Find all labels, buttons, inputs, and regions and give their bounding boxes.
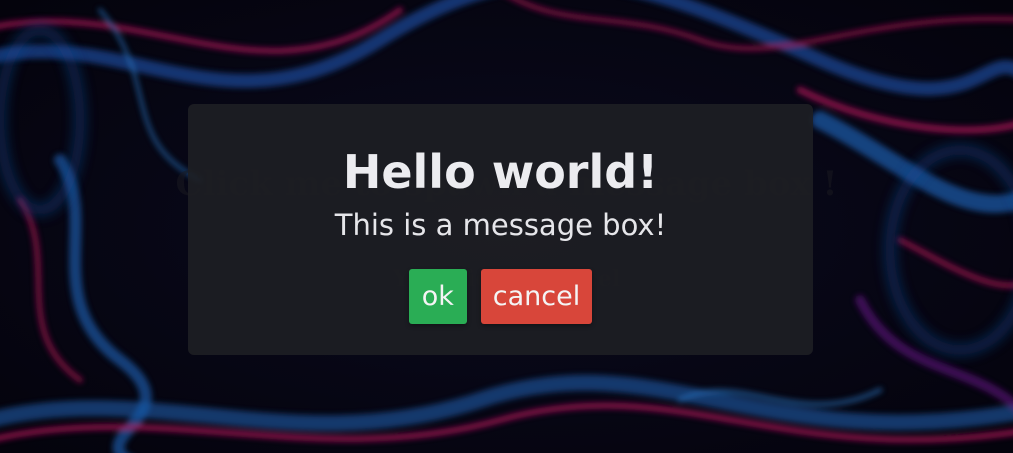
- ok-button[interactable]: ok: [408, 269, 467, 324]
- message-box-dialog: Hello world! This is a message box! ok c…: [188, 104, 813, 355]
- dialog-message: This is a message box!: [334, 208, 667, 242]
- cancel-button[interactable]: cancel: [480, 269, 593, 324]
- dialog-title: Hello world!: [342, 145, 659, 199]
- app-window: Click me to spawn a message box ! You cl…: [0, 0, 1013, 453]
- dialog-actions: ok cancel: [188, 269, 813, 324]
